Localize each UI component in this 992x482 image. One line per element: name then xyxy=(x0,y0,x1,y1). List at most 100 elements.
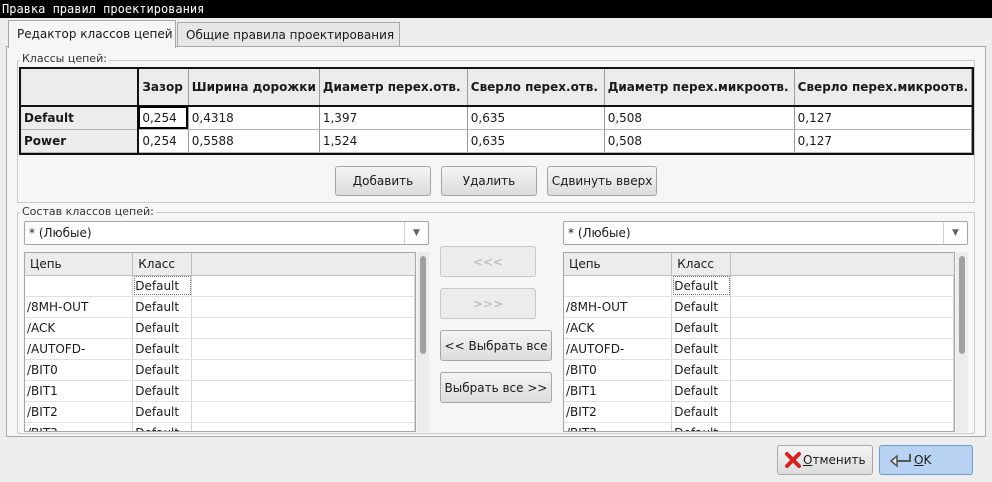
filler-cell xyxy=(191,317,415,339)
grid-col-header[interactable]: Диаметр перех.микроотв. xyxy=(604,69,795,107)
move-right-button[interactable]: >>> xyxy=(440,288,536,319)
net-cell[interactable]: /BIT2 xyxy=(564,401,673,423)
delete-netclass-button[interactable]: Удалить xyxy=(441,166,537,196)
table-row[interactable]: /8MH-OUT Default xyxy=(564,296,954,318)
class-cell[interactable]: Default xyxy=(671,359,732,381)
grid-row-header[interactable]: Default xyxy=(21,106,140,130)
net-cell[interactable]: /BIT1 xyxy=(25,380,134,402)
table-row[interactable]: /BIT1 Default xyxy=(25,380,415,402)
left-netclass-filter[interactable]: * (Любые) ▼ xyxy=(24,221,429,245)
filler-cell xyxy=(730,317,954,339)
net-cell[interactable]: /BIT0 xyxy=(25,359,134,381)
class-cell[interactable]: Default xyxy=(132,380,193,402)
grid-cell[interactable]: 0,4318 xyxy=(188,106,320,130)
net-cell[interactable]: /AUTOFD- xyxy=(564,338,673,360)
tab-general-rules[interactable]: Общие правила проектирования xyxy=(177,22,400,47)
grid-col-header[interactable]: Ширина дорожки xyxy=(188,69,320,107)
grid-cell[interactable]: 0,508 xyxy=(604,106,795,130)
left-net-list[interactable]: Цепь Класс Default /8MH-OUT Default /ACK D… xyxy=(24,252,416,432)
table-row[interactable]: /BIT3Default xyxy=(564,422,954,431)
class-cell[interactable]: Default xyxy=(132,401,193,423)
net-cell[interactable]: /BIT0 xyxy=(564,359,673,381)
table-row[interactable]: /AUTOFD- Default xyxy=(564,338,954,360)
cancel-button[interactable]: Отменить xyxy=(777,445,873,475)
netclasses-grid[interactable]: Зазор Ширина дорожки Диаметр перех.отв. … xyxy=(19,67,974,155)
table-row[interactable]: /BIT0 Default xyxy=(564,359,954,381)
net-cell[interactable]: /AUTOFD- xyxy=(25,338,134,360)
class-cell[interactable]: Default xyxy=(671,338,732,360)
class-cell[interactable]: Default xyxy=(132,422,193,431)
grid-row-default[interactable]: Default 0,254 0,4318 1,397 0,635 0,508 0… xyxy=(21,106,972,130)
chevron-down-icon[interactable]: ▼ xyxy=(404,222,428,244)
grid-cell[interactable]: 0,254 xyxy=(138,106,189,130)
scrollbar-thumb[interactable] xyxy=(420,256,426,354)
right-list-scrollbar[interactable] xyxy=(956,252,968,432)
grid-cell[interactable]: 0,127 xyxy=(794,106,972,130)
net-cell[interactable]: /BIT3 xyxy=(564,422,673,431)
table-row[interactable]: Default xyxy=(564,275,954,297)
grid-cell[interactable]: 0,5588 xyxy=(188,129,320,153)
table-row[interactable]: /ACK Default xyxy=(25,317,415,339)
net-cell[interactable]: /BIT1 xyxy=(564,380,673,402)
grid-cell[interactable]: 0,508 xyxy=(604,129,795,153)
select-all-left-button[interactable]: << Выбрать все xyxy=(440,330,552,361)
class-cell[interactable]: Default xyxy=(671,317,732,339)
left-list-scrollbar[interactable] xyxy=(417,252,429,432)
class-cell[interactable]: Default xyxy=(671,422,732,431)
net-cell[interactable]: /8MH-OUT xyxy=(25,296,134,318)
grid-cell[interactable]: 0,635 xyxy=(467,129,605,153)
class-cell[interactable]: Default xyxy=(132,359,193,381)
right-net-list[interactable]: Цепь Класс Default /8MH-OUT Default /ACK D… xyxy=(563,252,955,432)
class-cell[interactable]: Default xyxy=(671,275,732,297)
list-col-header[interactable]: Цепь xyxy=(564,253,673,276)
table-row[interactable]: /BIT3Default xyxy=(25,422,415,431)
table-row[interactable]: /ACK Default xyxy=(564,317,954,339)
net-cell[interactable] xyxy=(564,275,673,297)
scrollbar-thumb[interactable] xyxy=(959,256,965,354)
move-up-netclass-button[interactable]: Сдвинуть вверх xyxy=(547,166,657,196)
class-cell[interactable]: Default xyxy=(671,401,732,423)
net-cell[interactable]: /BIT3 xyxy=(25,422,134,431)
net-cell[interactable]: /8MH-OUT xyxy=(564,296,673,318)
net-cell[interactable]: /BIT2 xyxy=(25,401,134,423)
class-cell[interactable]: Default xyxy=(132,317,193,339)
tab-netclass-editor[interactable]: Редактор классов цепей xyxy=(8,20,176,48)
grid-cell[interactable]: 0,254 xyxy=(138,129,189,153)
table-row[interactable]: /BIT1 Default xyxy=(564,380,954,402)
table-row[interactable]: Default xyxy=(25,275,415,297)
filler-cell xyxy=(730,359,954,381)
list-col-header[interactable]: Цепь xyxy=(25,253,134,276)
list-col-header[interactable]: Класс xyxy=(132,253,193,276)
net-cell[interactable] xyxy=(25,275,134,297)
net-cell[interactable]: /ACK xyxy=(25,317,134,339)
grid-row-header[interactable]: Power xyxy=(21,129,140,153)
net-cell[interactable]: /ACK xyxy=(564,317,673,339)
class-cell[interactable]: Default xyxy=(132,275,193,297)
grid-cell[interactable]: 0,635 xyxy=(467,106,605,130)
grid-col-header[interactable]: Сверло перех.микроотв. xyxy=(794,69,972,107)
class-cell[interactable]: Default xyxy=(132,338,193,360)
grid-col-header[interactable]: Диаметр перех.отв. xyxy=(319,69,468,107)
class-cell[interactable]: Default xyxy=(132,296,193,318)
table-row[interactable]: /BIT0 Default xyxy=(25,359,415,381)
grid-col-header[interactable]: Сверло перех.отв. xyxy=(467,69,605,107)
cancel-label: тменить xyxy=(812,453,866,467)
table-row[interactable]: /BIT2 Default xyxy=(564,401,954,423)
class-cell[interactable]: Default xyxy=(671,296,732,318)
grid-cell[interactable]: 1,397 xyxy=(319,106,468,130)
grid-cell[interactable]: 1,524 xyxy=(319,129,468,153)
table-row[interactable]: /AUTOFD- Default xyxy=(25,338,415,360)
add-netclass-button[interactable]: Добавить xyxy=(335,166,431,196)
ok-button[interactable]: ОK xyxy=(879,445,973,475)
grid-row-power[interactable]: Power 0,254 0,5588 1,524 0,635 0,508 0,1… xyxy=(21,129,972,153)
select-all-right-button[interactable]: Выбрать все >> xyxy=(440,372,552,403)
list-col-header[interactable]: Класс xyxy=(671,253,732,276)
move-left-button[interactable]: <<< xyxy=(440,246,536,277)
right-netclass-filter[interactable]: * (Любые) ▼ xyxy=(563,221,968,245)
table-row[interactable]: /BIT2 Default xyxy=(25,401,415,423)
class-cell[interactable]: Default xyxy=(671,380,732,402)
table-row[interactable]: /8MH-OUT Default xyxy=(25,296,415,318)
grid-col-header[interactable]: Зазор xyxy=(138,69,189,107)
chevron-down-icon[interactable]: ▼ xyxy=(943,222,967,244)
grid-cell[interactable]: 0,127 xyxy=(794,129,972,153)
